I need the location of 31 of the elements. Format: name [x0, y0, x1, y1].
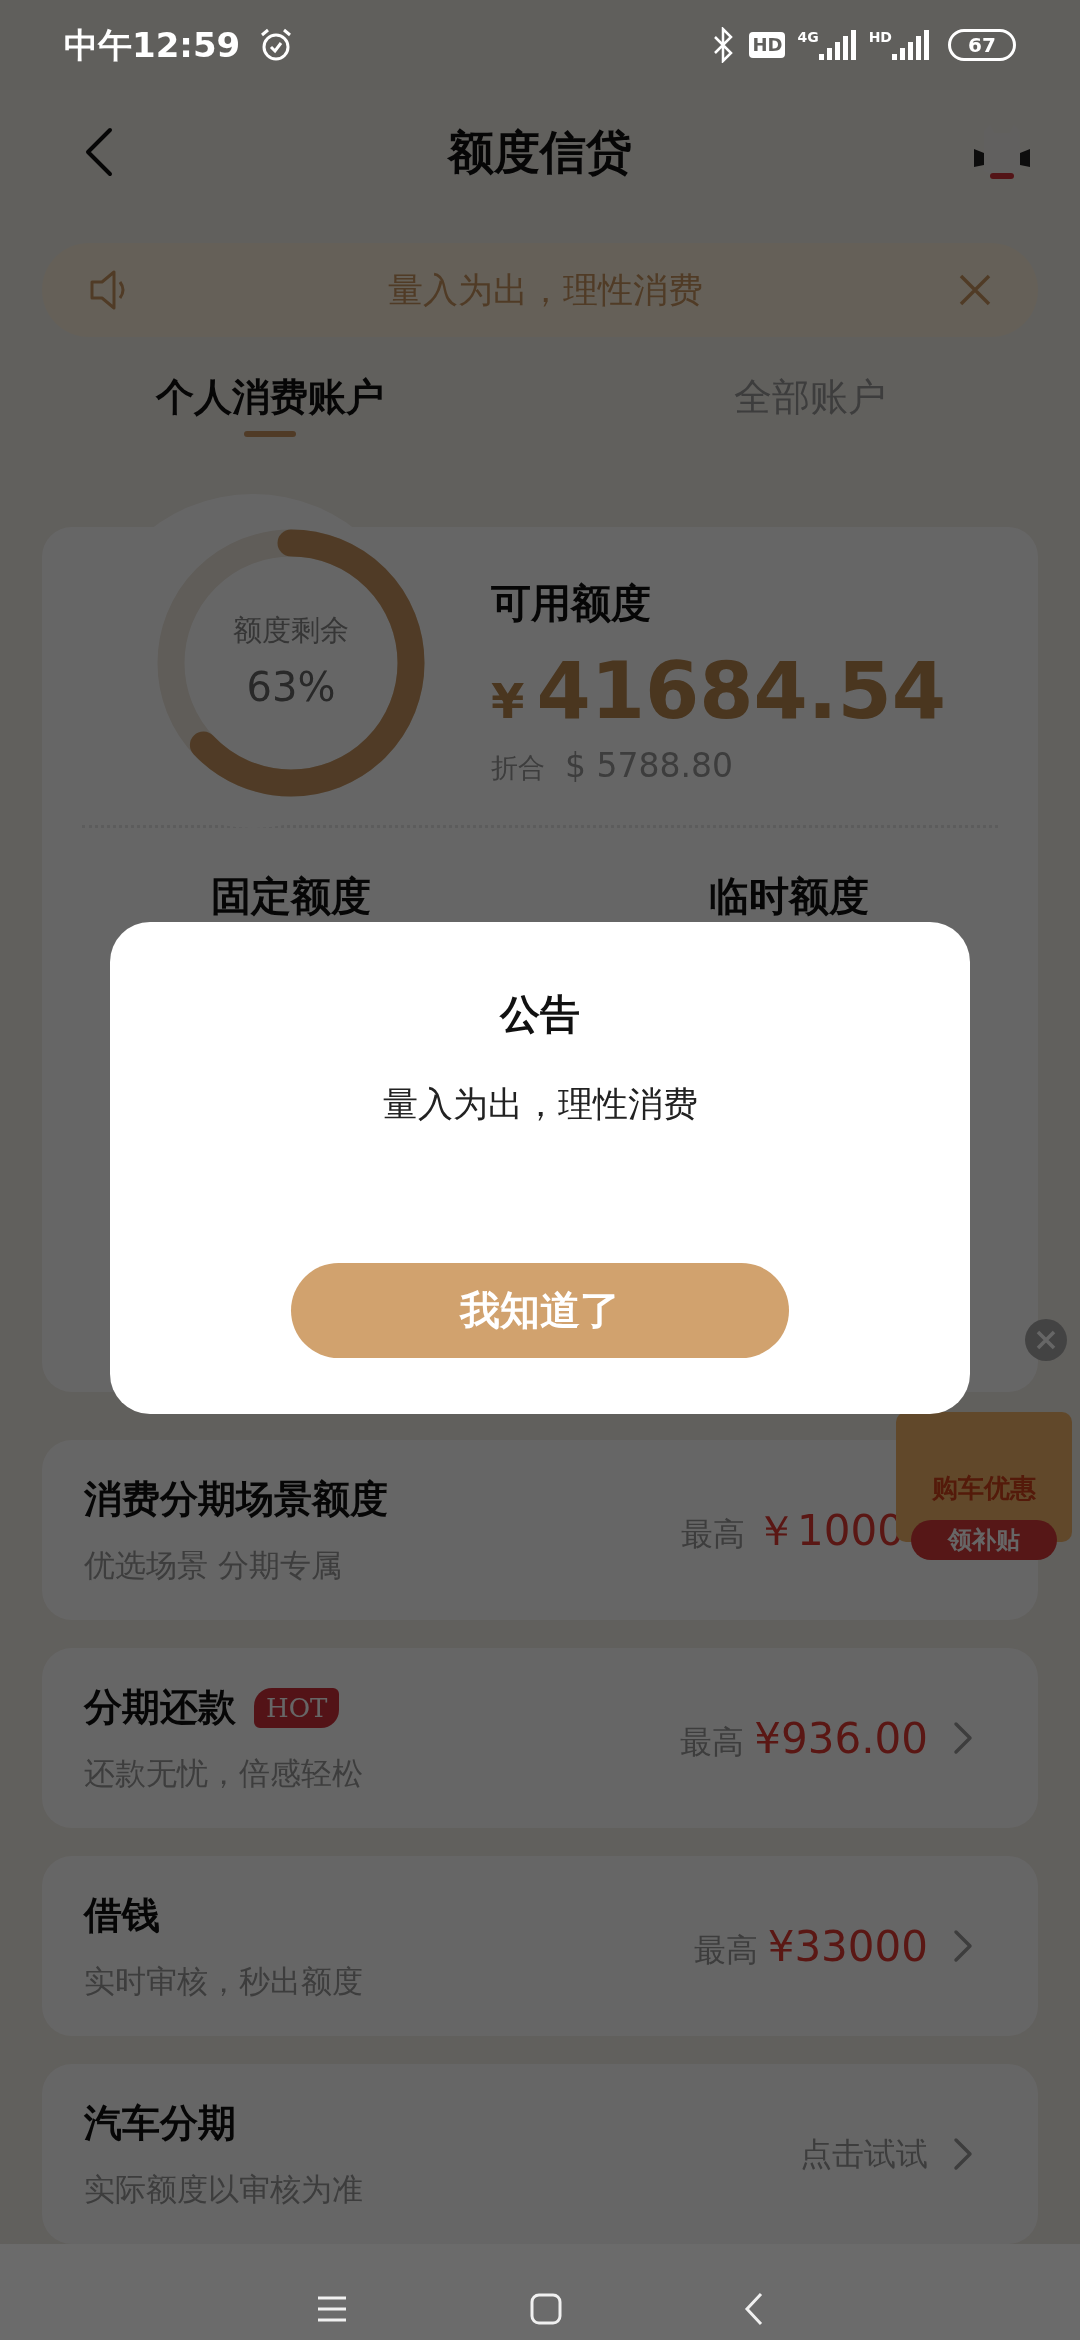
home-icon[interactable] — [529, 2291, 563, 2326]
max-amount: ¥33000 — [767, 1920, 928, 1973]
back-icon[interactable] — [84, 126, 114, 178]
signal-icon — [892, 30, 932, 60]
close-icon[interactable] — [958, 273, 992, 307]
available-label: 可用额度 — [491, 579, 652, 628]
dialog-title: 公告 — [500, 990, 580, 1039]
product-title: 汽车分期 — [84, 2100, 236, 2148]
acknowledge-button[interactable]: 我知道了 — [291, 1262, 789, 1358]
claim-subsidy-button[interactable]: 领补贴 — [911, 1520, 1057, 1560]
hot-badge: HOT — [254, 1687, 340, 1728]
network-label: 4G — [797, 30, 819, 44]
product-title: 借钱 — [84, 1892, 160, 1940]
currency-sign: ¥ — [491, 672, 525, 731]
product-title: 消费分期场景额度 — [84, 1476, 388, 1524]
network-label: HD — [868, 30, 892, 44]
max-amount: ¥936.00 — [754, 1712, 928, 1765]
back-icon[interactable] — [743, 2290, 765, 2327]
page-title: 额度信贷 — [448, 123, 632, 181]
quota-label: 临时额度 — [709, 872, 869, 921]
status-time: 中午12:59 — [64, 23, 241, 67]
ring-percent: 63% — [246, 662, 336, 712]
battery-indicator: 67 — [948, 29, 1016, 61]
quota-label: 固定额度 — [211, 872, 371, 921]
available-amount: 41684.54 — [536, 645, 946, 738]
hd-badge: HD — [749, 32, 786, 58]
account-tab[interactable]: 个人消费账户 — [0, 351, 540, 443]
ad-close-icon[interactable] — [1025, 1319, 1067, 1361]
dialog-message: 量入为出，理性消费 — [382, 1083, 698, 1126]
signal-icon — [818, 30, 859, 60]
product-title: 分期还款 — [84, 1684, 236, 1732]
